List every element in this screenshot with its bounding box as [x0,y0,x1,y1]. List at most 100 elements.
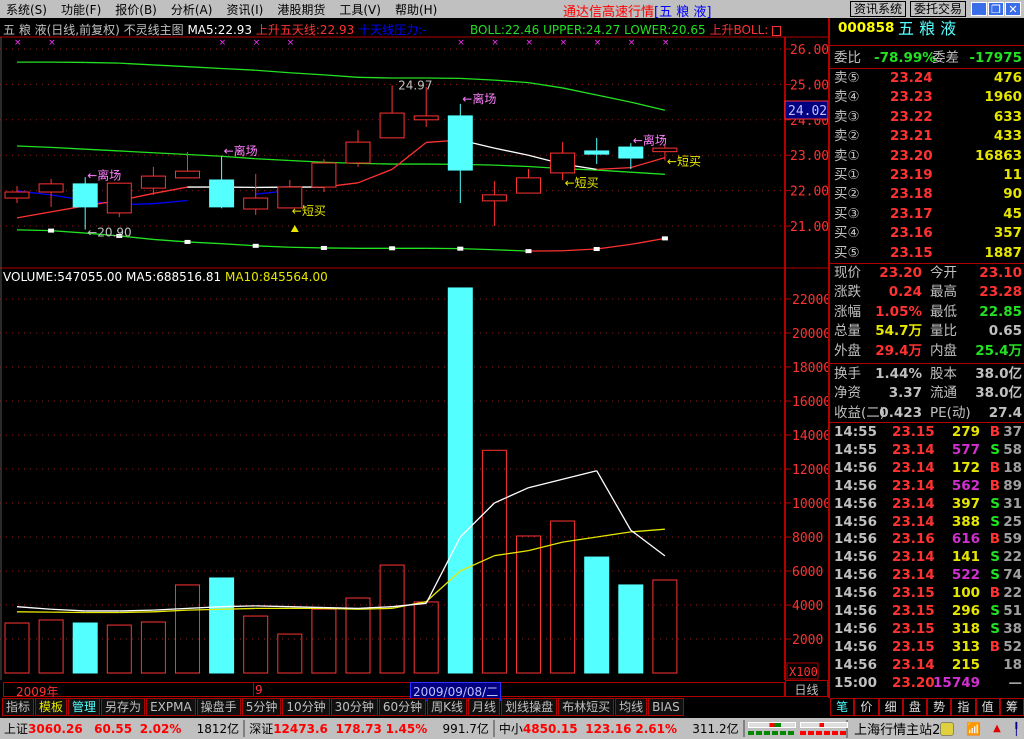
tick-price: 23.14 [892,459,935,476]
indicator-tab[interactable]: BIAS [648,698,684,716]
tick-time: 14:56 [834,531,877,548]
tick-row: 14:56 23.14 522 S 74 [834,566,1022,584]
boll-lower-line [187,241,222,245]
minimize-icon[interactable]: _ [971,2,987,16]
candle-up [516,177,541,194]
right-tab[interactable]: 指 [951,698,976,716]
volume-ma5-line [255,605,290,608]
menu-item[interactable]: 港股期货 [271,1,333,18]
right-tab[interactable]: 势 [927,698,952,716]
upload-icon[interactable] [940,721,955,736]
tick-side: B [989,459,1000,476]
index-shenzhen[interactable]: 深证12473.6 178.73 1.45% 991.7亿 [245,720,495,737]
annotation-exit: ←离场 [224,143,258,158]
boll-upper-line [630,101,666,111]
upper-value: UPPER:24.27 [543,23,621,37]
menu-item[interactable]: 报价(B) [109,1,165,18]
volume-tick-label: 8000 [792,531,823,546]
up5-line [391,141,427,170]
indicator-tab[interactable]: 布林短买 [558,698,615,716]
volume-ma10-line [528,541,563,552]
close-icon[interactable]: ✕ [1005,2,1021,16]
top-signal-marker: × [526,38,534,48]
index-smallcap[interactable]: 中小4850.15 123.16 2.61% 311.2亿 [495,720,745,737]
indicator-tab[interactable]: 60分钟 [378,698,427,716]
tick-time: 14:56 [834,495,877,512]
candle-up [345,141,371,164]
tick-count: — [1008,674,1023,691]
indicator-tab[interactable]: 操盘手 [196,698,241,716]
candle-up [481,194,507,202]
boll-mid-line [16,145,52,149]
indicator-tab[interactable]: 5分钟 [241,698,282,716]
candle-up [4,191,30,199]
stat-value: 23.20 [879,265,922,281]
indicator-tab[interactable]: 指标 [2,698,35,716]
right-tab[interactable]: 价 [854,698,879,716]
stat-label: 现价 [834,265,861,281]
buy-label: 买⑤ [834,244,860,261]
tick-time: 14:55 [834,441,877,458]
tick-volume: 397 [951,495,980,512]
indicator-tab[interactable]: 月线 [468,698,501,716]
menu-item[interactable]: 功能(F) [55,1,109,18]
up5-value: 上升五天线:22.93 [255,23,355,37]
boll-lower-line [289,246,324,249]
up5-line [494,147,529,156]
indicator-tab[interactable]: 10分钟 [282,698,330,716]
menu-item[interactable]: 工具(V) [333,1,389,18]
menu-item[interactable]: 帮助(H) [389,1,445,18]
indicator-tab[interactable]: 30分钟 [330,698,378,716]
index-shanghai[interactable]: 上证3060.26 60.55 2.02% 1812亿 [0,720,246,737]
indicator-tab[interactable]: 另存为 [101,698,146,716]
right-tab[interactable]: 细 [878,698,903,716]
indicator-tab[interactable]: 模板 [35,698,68,716]
ma5-value: MA5:22.93 [187,23,253,37]
news-system-button[interactable]: 资讯系统 [850,1,907,17]
fundamental-value: 3.37 [888,385,922,402]
stat-value: 54.7万 [875,323,922,340]
server-name: 上海行情主站2 [854,723,941,738]
stat-label: 最高 [930,284,957,301]
stat-label: 内盘 [930,342,957,359]
date-bar[interactable]: 2009年 9 2009/09/08/二 [3,682,785,701]
date-month: 9 [255,683,263,697]
restore-icon[interactable]: ❐ [988,2,1004,16]
kline-chart[interactable]: 26.0025.0024.0023.0022.0021.0024.0222000… [0,18,828,680]
lower-value: LOWER:20.65 [624,23,706,37]
period-label[interactable]: 日线 [785,680,828,697]
volume-bar [584,556,610,674]
stat-value: 29.4万 [875,342,922,359]
volume-bar [175,584,200,674]
right-tab[interactable]: 值 [975,698,1000,716]
sell-row: 卖③ 23.22 633 [834,108,1022,127]
indicator-tab[interactable]: EXPMA [146,698,196,716]
candle-up [106,182,132,214]
indicator-tab[interactable]: 均线 [615,698,648,716]
menu-item[interactable]: 系统(S) [0,1,55,18]
menu-item[interactable]: 资讯(I) [220,1,271,18]
volume-tick-label: 4000 [792,599,823,614]
top-signal-marker: × [662,38,670,48]
right-tab[interactable]: 盘 [902,698,927,716]
tick-time: 15:00 [834,674,877,691]
sell-price: 23.21 [890,128,933,145]
volume-ma10-line [221,607,256,610]
buy-price: 23.18 [890,186,933,203]
quote-panel: 000858 五 粮 液 委比 -78.99% 委差 -17975 卖⑤ 23.2… [828,18,1024,698]
right-tab[interactable]: 笔 [830,698,855,716]
menu-item[interactable]: 分析(A) [165,1,221,18]
volume-bar [277,633,303,674]
indicator-tab[interactable]: 划线操盘 [501,698,558,716]
volume-ma10-line [596,531,631,538]
trade-button[interactable]: 委托交易 [910,1,967,17]
price-tick-label: 25.00 [790,78,828,93]
right-tab[interactable]: 筹 [999,698,1024,716]
buy-row: 买① 23.19 11 [834,166,1022,185]
price-tick-label: 22.00 [790,185,828,200]
boll-upper-line [153,64,188,68]
right-panel-tabs: 笔价细盘势指值筹 [830,698,1024,716]
indicator-tab[interactable]: 周K线 [427,698,468,716]
indicator-tab[interactable]: 管理 [68,698,101,716]
volume-bar [38,619,64,674]
